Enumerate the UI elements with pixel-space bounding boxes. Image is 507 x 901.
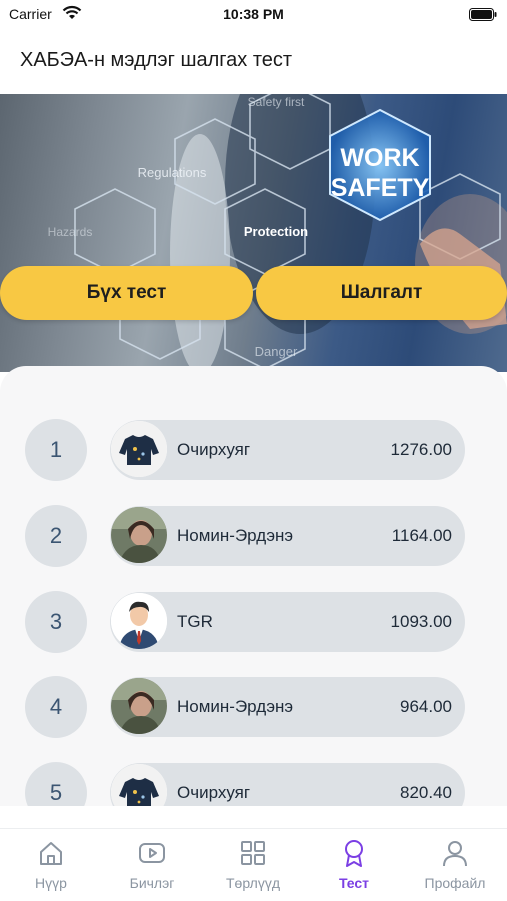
rank-badge: 1: [25, 419, 87, 481]
bottom-tab-bar: Нүүр Бичлэг Төрлүүд Тест Профайл: [0, 828, 507, 901]
player-name: Номин-Эрдэнэ: [177, 526, 294, 545]
rank-badge: 4: [25, 676, 87, 738]
rank-badge: 3: [25, 591, 87, 653]
sweater-avatar: [111, 421, 167, 477]
leaderboard-list[interactable]: 1 Очирхуяг 1276.00 2 Номин-Эрдэнэ 1164.0…: [0, 366, 507, 806]
home-icon: [40, 842, 62, 865]
businessman-avatar: [111, 593, 167, 649]
photo-avatar: [111, 507, 167, 563]
tab-home[interactable]: Нүүр: [6, 829, 96, 901]
rank-badge: 5: [25, 762, 87, 806]
leaderboard-row[interactable]: 2 Номин-Эрдэнэ 1164.00: [0, 505, 507, 567]
banner-regulations-text: Regulations: [138, 165, 207, 180]
leaderboard-row[interactable]: 1 Очирхуяг 1276.00: [0, 419, 507, 481]
profile-icon: [443, 841, 467, 867]
badge-icon: [345, 840, 363, 867]
tab-label: Профайл: [424, 875, 486, 891]
banner-safety-text: SAFETY: [331, 174, 430, 202]
tab-label: Нүүр: [35, 875, 67, 891]
player-name: Очирхуяг: [177, 783, 251, 802]
player-name: Очирхуяг: [177, 440, 251, 459]
photo-avatar: [111, 678, 167, 734]
tab-test[interactable]: Тест: [309, 829, 399, 901]
banner-safety-first-text: Safety first: [248, 95, 305, 109]
leaderboard-row[interactable]: 3 TGR 1093.00: [0, 591, 507, 653]
banner-danger-text: Danger: [255, 344, 298, 359]
tab-label: Бичлэг: [129, 875, 175, 891]
player-score: 1093.00: [390, 612, 452, 631]
leaderboard-row[interactable]: 4 Номин-Эрдэнэ 964.00: [0, 676, 507, 738]
rank-badge: 2: [25, 505, 87, 567]
grid-icon: [241, 841, 265, 865]
banner-work-text: WORK: [340, 144, 419, 172]
player-score: 820.40: [400, 783, 452, 802]
hero-banner: WORK SAFETY Regulations Protection Safet…: [0, 94, 507, 372]
player-name: TGR: [177, 612, 213, 631]
video-icon: [139, 843, 165, 863]
tab-label: Төрлүүд: [226, 875, 280, 891]
exam-button[interactable]: Шалгалт: [256, 266, 507, 320]
banner-hazards-text: Hazards: [48, 225, 93, 239]
tab-categories[interactable]: Төрлүүд: [208, 829, 298, 901]
player-score: 1164.00: [391, 526, 452, 545]
status-bar: Carrier 10:38 PM: [0, 0, 507, 30]
page-title: ХАБЭА-н мэдлэг шалгах тест: [20, 49, 293, 71]
tab-label: Тест: [338, 875, 370, 891]
all-tests-button[interactable]: Бүх тест: [0, 266, 253, 320]
battery-icon: [469, 8, 497, 21]
leaderboard-row[interactable]: 5 Очирхуяг 820.40: [0, 762, 507, 806]
tab-profile[interactable]: Профайл: [410, 829, 500, 901]
banner-image: WORK SAFETY Regulations Protection Safet…: [48, 94, 507, 372]
banner-protection-text: Protection: [244, 224, 308, 239]
player-name: Номин-Эрдэнэ: [177, 697, 294, 716]
clock: 10:38 PM: [223, 6, 284, 22]
player-score: 964.00: [400, 697, 452, 716]
player-score: 1276.00: [390, 440, 452, 459]
tab-videos[interactable]: Бичлэг: [107, 829, 197, 901]
